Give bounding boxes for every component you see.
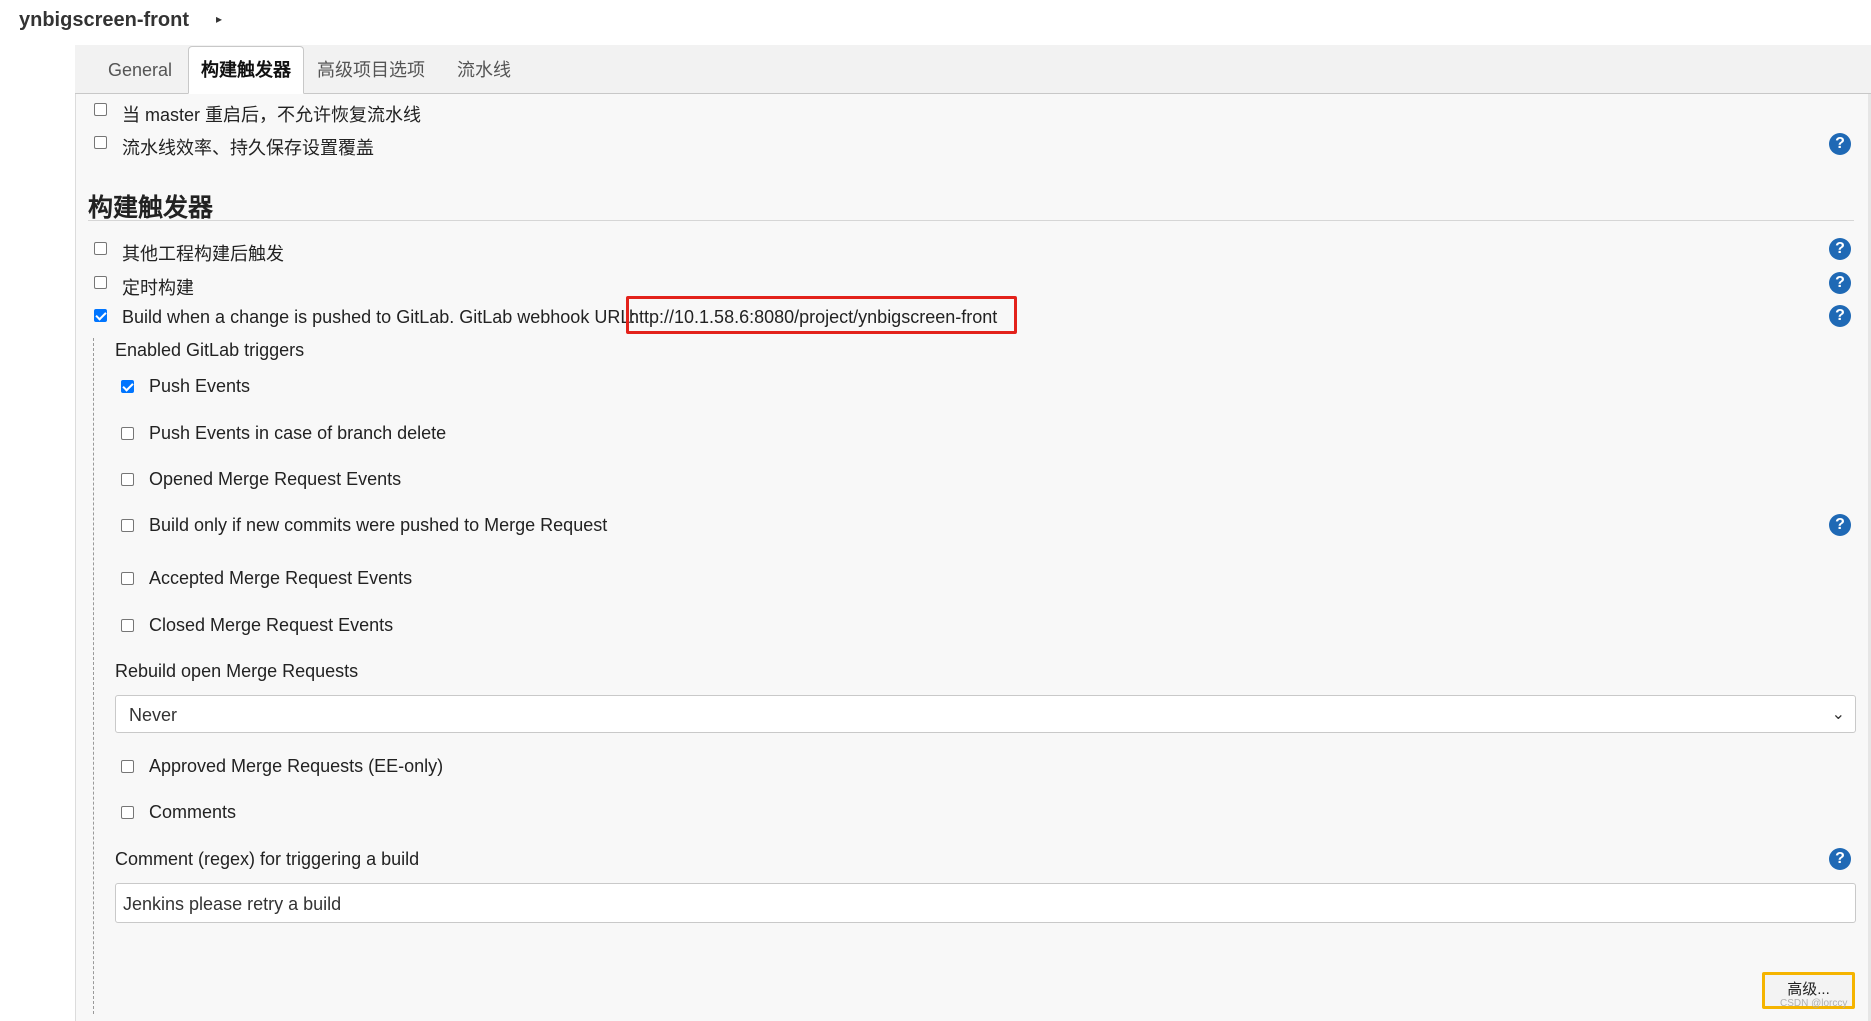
- disable-resume-label: 当 master 重启后，不允许恢复流水线: [122, 105, 422, 125]
- url-highlight-box: [626, 296, 1017, 334]
- tab-bar: General 构建触发器 高级项目选项 流水线: [75, 45, 1871, 94]
- rebuild-open-mr-select[interactable]: Never ⌄: [115, 695, 1856, 733]
- build-after-other-projects-label: 其他工程构建后触发: [122, 244, 284, 264]
- build-only-new-commits-checkbox[interactable]: [121, 519, 134, 532]
- breadcrumb-caret-icon[interactable]: ▸: [216, 12, 222, 26]
- accepted-mr-events-checkbox[interactable]: [121, 572, 134, 585]
- build-periodically-label: 定时构建: [122, 278, 194, 298]
- help-icon[interactable]: ?: [1829, 272, 1851, 294]
- tab-advanced-project-options[interactable]: 高级项目选项: [309, 47, 433, 93]
- push-events-checkbox[interactable]: [121, 380, 134, 393]
- durability-override-checkbox[interactable]: [94, 136, 107, 149]
- nested-options-guide: [93, 338, 94, 1014]
- help-icon[interactable]: ?: [1829, 238, 1851, 260]
- tab-build-triggers[interactable]: 构建触发器: [188, 46, 304, 94]
- build-only-new-commits-label: Build only if new commits were pushed to…: [149, 515, 608, 535]
- opened-mr-events-checkbox[interactable]: [121, 473, 134, 486]
- chevron-down-icon: ⌄: [1831, 706, 1845, 723]
- build-periodically-checkbox[interactable]: [94, 276, 107, 289]
- help-icon[interactable]: ?: [1829, 133, 1851, 155]
- help-icon[interactable]: ?: [1829, 848, 1851, 870]
- closed-mr-events-checkbox[interactable]: [121, 619, 134, 632]
- closed-mr-events-label: Closed Merge Request Events: [149, 615, 394, 635]
- left-gutter: [0, 45, 75, 1021]
- accepted-mr-events-label: Accepted Merge Request Events: [149, 568, 413, 588]
- push-events-label: Push Events: [149, 376, 251, 396]
- opened-mr-events-label: Opened Merge Request Events: [149, 469, 402, 489]
- top-bar: ynbigscreen-front ▸: [0, 0, 1871, 45]
- watermark: CSDN @lorccy: [1780, 998, 1848, 1009]
- push-events-branch-delete-label: Push Events in case of branch delete: [149, 423, 447, 443]
- gitlab-push-trigger-checkbox[interactable]: [94, 309, 107, 322]
- help-icon[interactable]: ?: [1829, 514, 1851, 536]
- durability-override-label: 流水线效率、持久保存设置覆盖: [122, 138, 374, 158]
- comments-label: Comments: [149, 802, 237, 822]
- comment-regex-input[interactable]: Jenkins please retry a build: [115, 883, 1856, 923]
- project-name[interactable]: ynbigscreen-front: [19, 9, 189, 32]
- section-title: 构建触发器: [88, 194, 214, 222]
- approved-mr-label: Approved Merge Requests (EE-only): [149, 756, 444, 776]
- gitlab-push-trigger-label: Build when a change is pushed to GitLab.…: [122, 307, 636, 327]
- push-events-branch-delete-checkbox[interactable]: [121, 427, 134, 440]
- disable-resume-checkbox[interactable]: [94, 103, 107, 116]
- rebuild-open-mr-value: Never: [129, 705, 178, 725]
- build-after-other-projects-checkbox[interactable]: [94, 242, 107, 255]
- comments-checkbox[interactable]: [121, 806, 134, 819]
- section-divider: [88, 220, 1854, 221]
- comment-regex-label: Comment (regex) for triggering a build: [115, 849, 420, 869]
- rebuild-open-mr-label: Rebuild open Merge Requests: [115, 661, 359, 681]
- approved-mr-checkbox[interactable]: [121, 760, 134, 773]
- tab-pipeline[interactable]: 流水线: [444, 47, 524, 93]
- enabled-gitlab-triggers-label: Enabled GitLab triggers: [115, 340, 305, 360]
- comment-regex-value: Jenkins please retry a build: [123, 894, 342, 914]
- tab-general[interactable]: General: [90, 47, 190, 93]
- help-icon[interactable]: ?: [1829, 305, 1851, 327]
